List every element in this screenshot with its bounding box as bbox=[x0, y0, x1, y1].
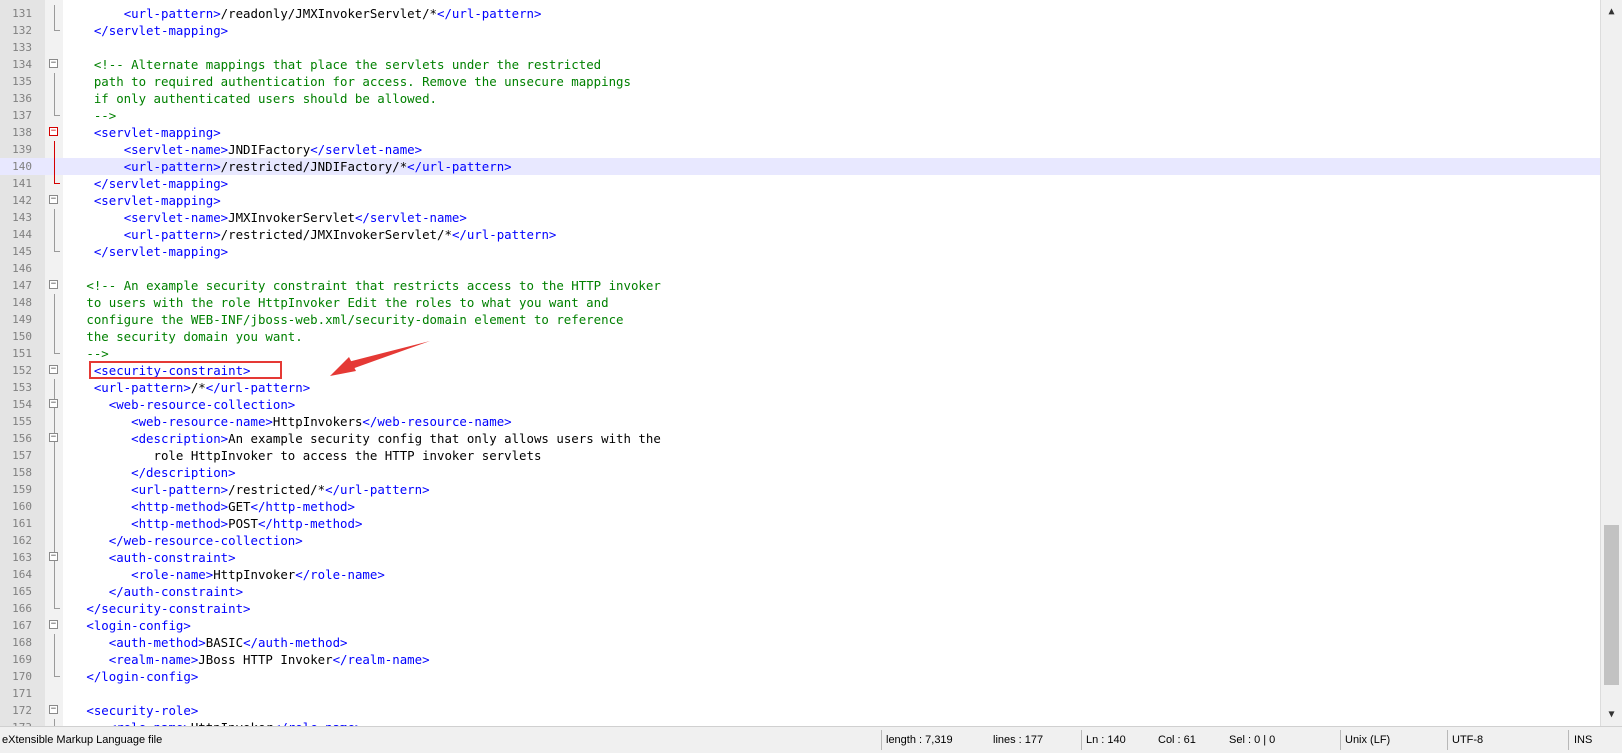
status-divider bbox=[1340, 730, 1341, 750]
insert-mode-label[interactable]: INS bbox=[1574, 732, 1592, 748]
vertical-scrollbar[interactable]: ▲ ▼ bbox=[1600, 0, 1622, 726]
scroll-down-arrow-icon[interactable]: ▼ bbox=[1603, 706, 1620, 723]
status-divider bbox=[1447, 730, 1448, 750]
lines-label: lines : 177 bbox=[993, 734, 1044, 746]
file-type-label: eXtensible Markup Language file bbox=[2, 734, 163, 746]
code-editor[interactable]: 131 <url-pattern>/readonly/JMXInvokerSer… bbox=[0, 0, 1600, 726]
length-label: length : 7,319 bbox=[886, 734, 953, 746]
selection-label: Sel : 0 | 0 bbox=[1229, 734, 1276, 746]
scroll-up-arrow-icon[interactable]: ▲ bbox=[1603, 3, 1620, 20]
status-divider bbox=[1568, 730, 1569, 750]
status-bar: eXtensible Markup Language file length :… bbox=[0, 726, 1622, 753]
status-divider bbox=[881, 730, 882, 750]
line-position-label: Ln : 140 bbox=[1086, 734, 1126, 746]
red-arrow-annotation bbox=[330, 341, 430, 376]
scrollbar-thumb[interactable] bbox=[1604, 525, 1619, 685]
encoding-label[interactable]: UTF-8 bbox=[1452, 732, 1483, 748]
column-position-label: Col : 61 bbox=[1158, 734, 1196, 746]
eol-format-label[interactable]: Unix (LF) bbox=[1345, 732, 1390, 748]
status-divider bbox=[1081, 730, 1082, 750]
